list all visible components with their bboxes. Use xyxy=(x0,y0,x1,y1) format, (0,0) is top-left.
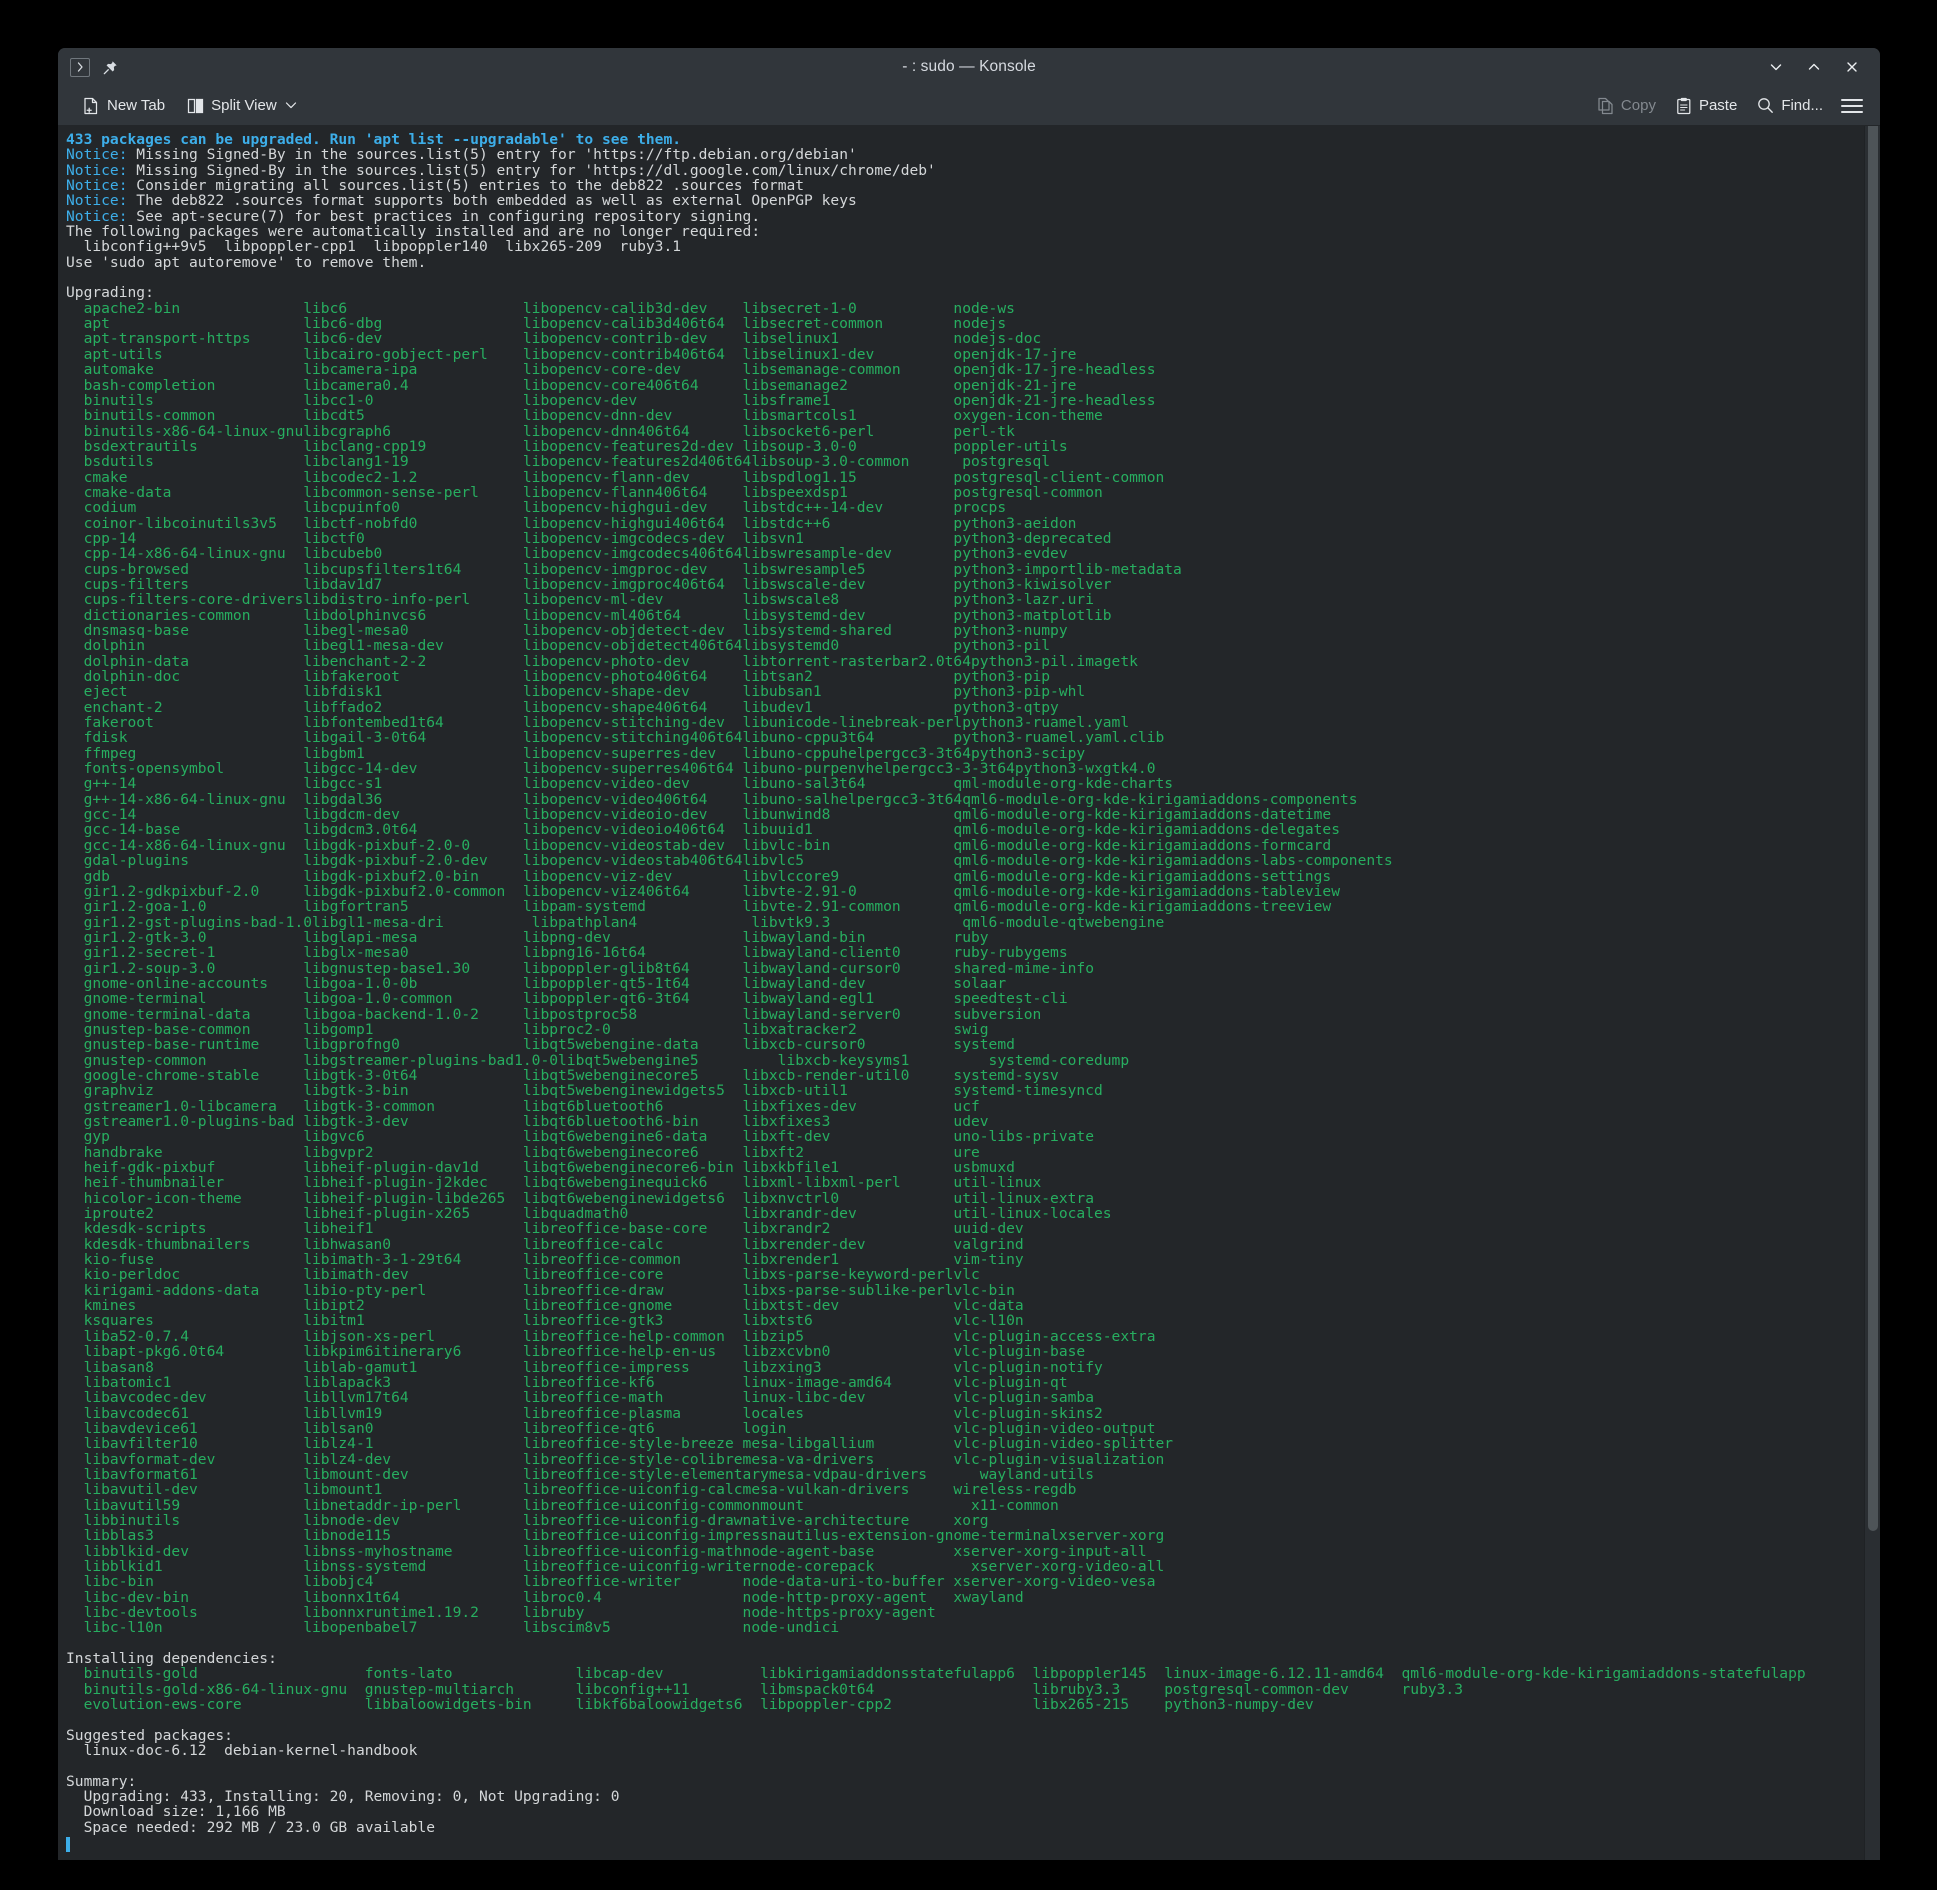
toolbar-left-group: New Tab Split View xyxy=(58,92,307,120)
pin-window-icon[interactable] xyxy=(100,57,120,77)
hamburger-menu-icon[interactable] xyxy=(1834,91,1870,121)
new-tab-button[interactable]: New Tab xyxy=(74,92,174,120)
copy-label: Copy xyxy=(1620,97,1656,114)
paste-label: Paste xyxy=(1698,97,1738,114)
title-bar: - : sudo — Konsole xyxy=(58,48,1880,86)
terminal-scrollbar[interactable] xyxy=(1864,126,1880,1860)
minimize-button[interactable] xyxy=(1758,52,1794,82)
paste-button[interactable]: Paste xyxy=(1667,92,1746,120)
toolbar-right-group: Copy Paste Find... xyxy=(1588,91,1870,121)
paste-icon xyxy=(1676,97,1692,115)
copy-button[interactable]: Copy xyxy=(1588,92,1665,120)
expand-tabbar-icon[interactable] xyxy=(70,57,90,77)
close-button[interactable] xyxy=(1834,52,1870,82)
copy-icon xyxy=(1597,97,1614,115)
terminal-cursor xyxy=(66,1836,70,1852)
window-title: - : sudo — Konsole xyxy=(902,58,1036,75)
find-button[interactable]: Find... xyxy=(1748,92,1832,119)
scrollbar-thumb[interactable] xyxy=(1868,126,1878,1531)
title-bar-left-controls xyxy=(58,57,120,77)
split-view-icon xyxy=(187,98,204,114)
konsole-window: - : sudo — Konsole New Tab Split View Co… xyxy=(58,48,1880,1860)
new-tab-label: New Tab xyxy=(107,97,166,114)
find-label: Find... xyxy=(1781,97,1823,114)
window-controls xyxy=(1758,48,1870,86)
split-view-label: Split View xyxy=(211,97,277,114)
new-tab-icon xyxy=(83,97,100,115)
toolbar: New Tab Split View Copy Paste Find... xyxy=(58,86,1880,126)
terminal-area: 433 packages can be upgraded. Run 'apt l… xyxy=(58,126,1880,1860)
maximize-button[interactable] xyxy=(1796,52,1832,82)
chevron-down-icon xyxy=(284,99,298,113)
search-icon xyxy=(1757,97,1774,114)
terminal-output[interactable]: 433 packages can be upgraded. Run 'apt l… xyxy=(58,126,1864,1860)
split-view-button[interactable]: Split View xyxy=(178,92,307,119)
terminal-text: 433 packages can be upgraded. Run 'apt l… xyxy=(66,131,1806,1836)
